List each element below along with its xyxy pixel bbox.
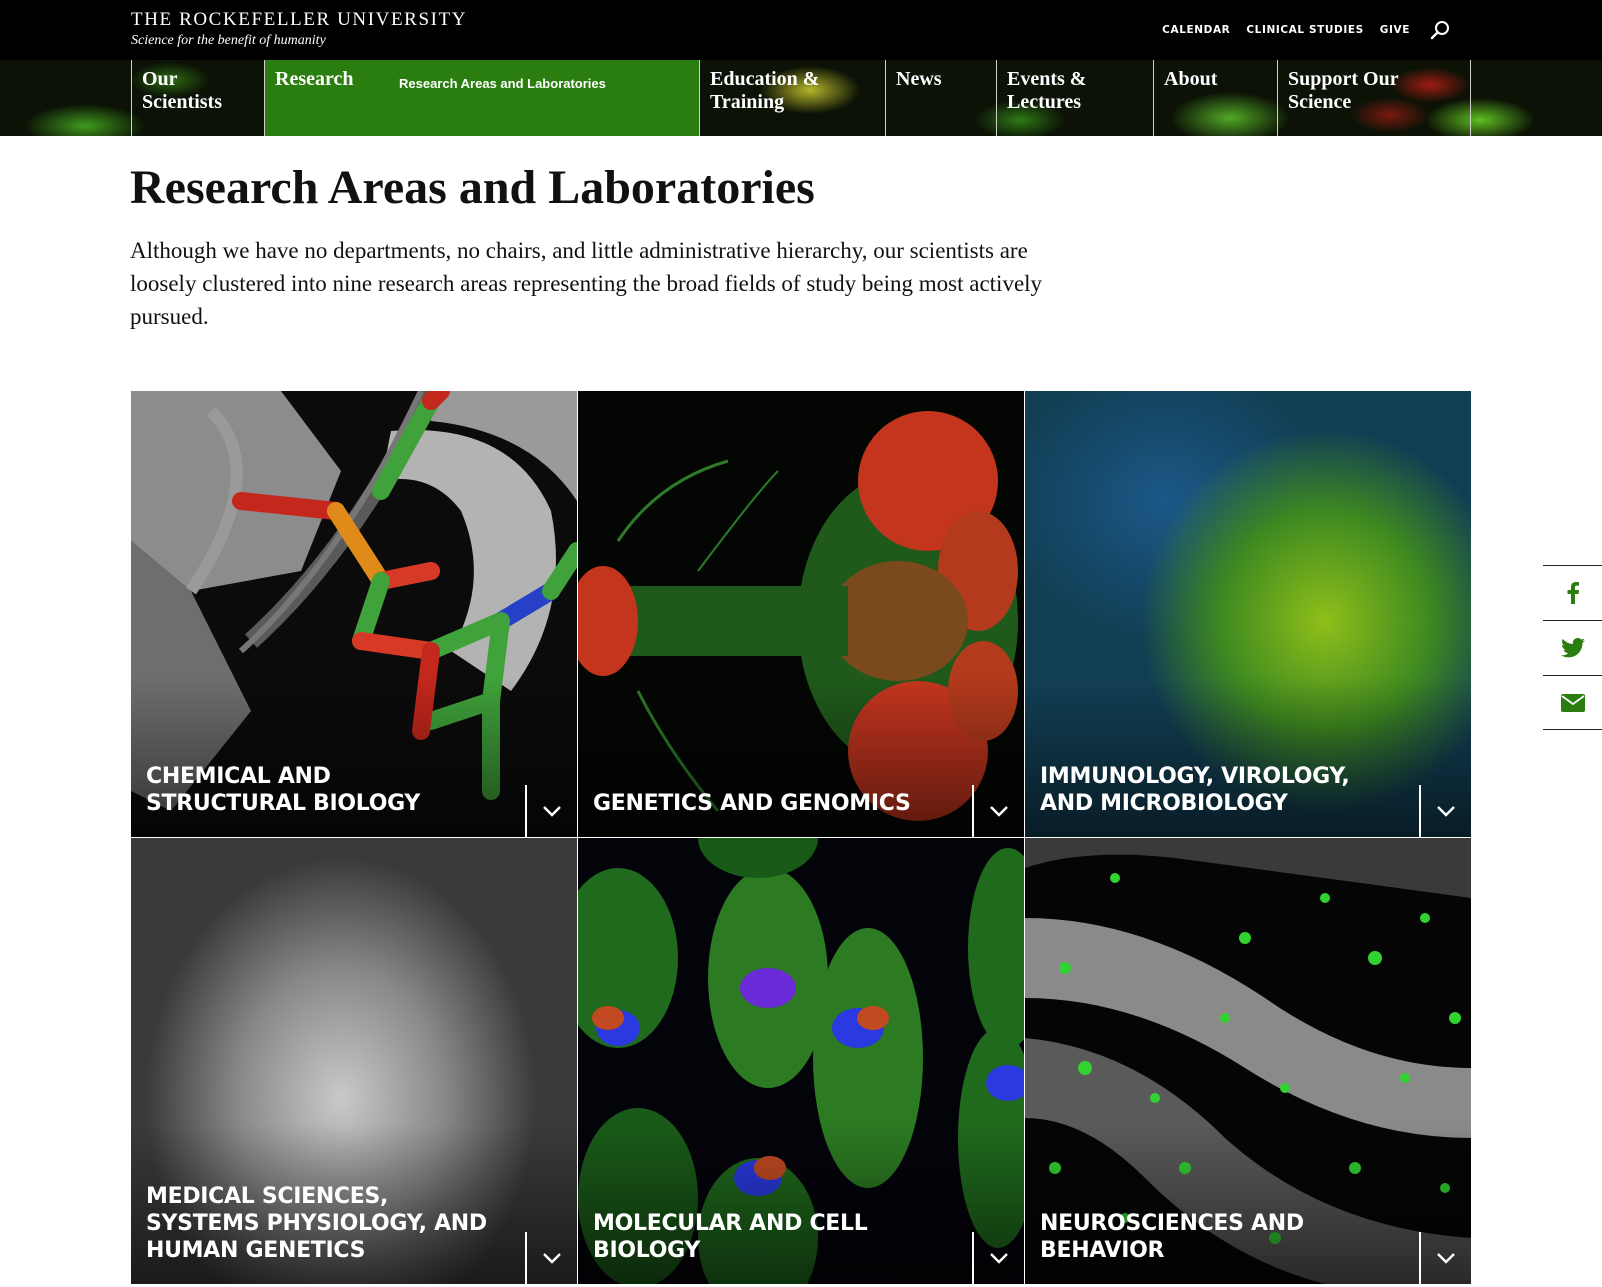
brand-tagline: Science for the benefit of humanity	[131, 33, 326, 48]
brand-logo[interactable]: THE ROCKEFELLER UNIVERSITY Science for t…	[131, 9, 467, 50]
nav-label: Events & Lectures	[1007, 68, 1087, 113]
expand-button[interactable]	[525, 785, 577, 837]
share-facebook-button[interactable]	[1543, 565, 1602, 620]
intro-paragraph: Although we have no departments, no chai…	[130, 238, 1043, 329]
chevron-down-icon	[990, 806, 1008, 817]
share-email-button[interactable]	[1543, 675, 1602, 730]
chevron-down-icon	[1437, 1253, 1455, 1264]
tile-title: Immunology, Virology, and Microbiology	[1040, 764, 1350, 816]
research-area-tile[interactable]: Genetics and Genomics	[578, 391, 1024, 837]
tile-title: Medical Sciences, Systems Physiology, an…	[146, 1184, 487, 1263]
research-area-tile[interactable]: Immunology, Virology, and Microbiology	[1025, 391, 1471, 837]
tile-title: Genetics and Genomics	[593, 791, 911, 816]
twitter-icon	[1560, 638, 1585, 658]
email-icon	[1560, 693, 1585, 712]
utility-nav: CALENDAR CLINICAL STUDIES GIVE	[1146, 0, 1602, 60]
research-area-tile[interactable]: Neurosciences and Behavior	[1025, 838, 1471, 1284]
nav-item-events-lectures[interactable]: Events & Lectures	[996, 60, 1153, 136]
expand-button[interactable]	[972, 1232, 1024, 1284]
nav-item-research[interactable]: Research Research Areas and Laboratories	[264, 60, 699, 136]
expand-button[interactable]	[525, 1232, 577, 1284]
nav-item-about[interactable]: About	[1153, 60, 1277, 136]
nav-item-education-training[interactable]: Education & Training	[699, 60, 885, 136]
share-twitter-button[interactable]	[1543, 620, 1602, 675]
clinical-studies-link[interactable]: CLINICAL STUDIES	[1246, 24, 1363, 36]
nav-label: About	[1164, 68, 1218, 90]
nav-label: Our Scientists	[142, 68, 222, 113]
chevron-down-icon	[543, 806, 561, 817]
page-title: Research Areas and Laboratories	[130, 161, 815, 214]
expand-button[interactable]	[1419, 785, 1471, 837]
search-button[interactable]	[1428, 18, 1452, 42]
search-icon	[1430, 21, 1449, 40]
nav-item-support-our-science[interactable]: Support Our Science	[1277, 60, 1471, 136]
main-nav: Our Scientists Research Research Areas a…	[0, 60, 1602, 136]
chevron-down-icon	[543, 1253, 561, 1264]
nav-label: Education & Training	[710, 68, 820, 113]
tile-title: Neurosciences and Behavior	[1040, 1211, 1304, 1263]
facebook-icon	[1567, 582, 1579, 604]
calendar-link[interactable]: CALENDAR	[1162, 24, 1230, 36]
research-area-tile[interactable]: Chemical and Structural Biology	[131, 391, 577, 837]
research-area-tile[interactable]: Medical Sciences, Systems Physiology, an…	[131, 838, 577, 1284]
research-area-tile[interactable]: Molecular and Cell Biology	[578, 838, 1024, 1284]
nav-label: Support Our Science	[1288, 68, 1399, 113]
tile-title: Molecular and Cell Biology	[593, 1211, 868, 1263]
tile-title: Chemical and Structural Biology	[146, 764, 421, 816]
give-link[interactable]: GIVE	[1380, 24, 1410, 36]
brand-name: THE ROCKEFELLER UNIVERSITY	[131, 9, 468, 30]
share-rail	[1543, 565, 1602, 730]
expand-button[interactable]	[1419, 1232, 1471, 1284]
chevron-down-icon	[990, 1253, 1008, 1264]
nav-item-news[interactable]: News	[885, 60, 996, 136]
chevron-down-icon	[1437, 806, 1455, 817]
top-bar: THE ROCKEFELLER UNIVERSITY Science for t…	[0, 0, 1602, 60]
expand-button[interactable]	[972, 785, 1024, 837]
nav-item-our-scientists[interactable]: Our Scientists	[131, 60, 264, 136]
research-areas-grid: Chemical and Structural Biology Genetics…	[131, 391, 1471, 1287]
nav-label: News	[896, 68, 942, 90]
nav-subitem-research-areas[interactable]: Research Areas and Laboratories	[399, 76, 606, 91]
